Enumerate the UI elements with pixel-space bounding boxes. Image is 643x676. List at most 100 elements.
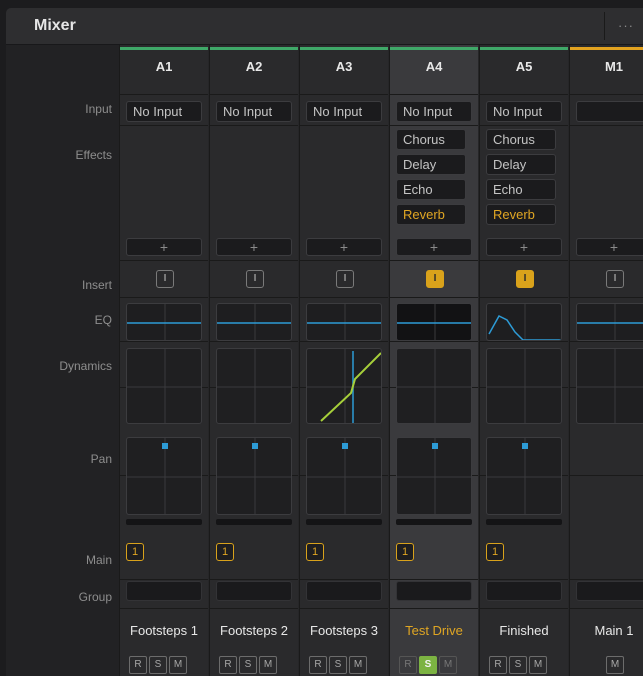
mute-button[interactable]: M xyxy=(349,656,367,674)
add-effect-button[interactable]: + xyxy=(126,238,202,256)
input-selector[interactable]: No Input xyxy=(396,101,472,122)
channel-strip-a1[interactable]: A1 No Input + I 1 Footsteps 1 RSM xyxy=(119,45,208,676)
dynamics-graph[interactable] xyxy=(396,348,472,424)
solo-button[interactable]: S xyxy=(239,656,257,674)
insert-button[interactable]: I xyxy=(246,270,264,288)
eq-graph[interactable] xyxy=(306,303,382,341)
mute-button[interactable]: M xyxy=(606,656,624,674)
effect-slot-echo[interactable]: Echo xyxy=(396,179,466,200)
row-divider xyxy=(570,579,643,580)
track-name[interactable]: Footsteps 3 xyxy=(300,623,388,638)
main-bus-button[interactable]: 1 xyxy=(306,543,324,561)
mute-button[interactable]: M xyxy=(439,656,457,674)
mute-button[interactable]: M xyxy=(169,656,187,674)
channel-strip-a4[interactable]: A4 No Input Chorus Delay Echo Reverb + I 1 Test D… xyxy=(389,45,478,676)
pan-control[interactable] xyxy=(396,437,472,515)
track-name[interactable]: Footsteps 2 xyxy=(210,623,298,638)
effect-slot-delay[interactable]: Delay xyxy=(396,154,466,175)
group-selector[interactable] xyxy=(216,581,292,601)
mute-button[interactable]: M xyxy=(259,656,277,674)
add-effect-button[interactable]: + xyxy=(576,238,643,256)
row-divider xyxy=(480,260,568,261)
insert-button[interactable]: I xyxy=(336,270,354,288)
record-button[interactable]: R xyxy=(309,656,327,674)
add-effect-button[interactable]: + xyxy=(306,238,382,256)
dynamics-curve xyxy=(397,349,471,423)
track-name[interactable]: Test Drive xyxy=(390,623,478,638)
insert-button[interactable]: I xyxy=(516,270,534,288)
row-divider xyxy=(570,297,643,298)
main-bus-button[interactable]: 1 xyxy=(486,543,504,561)
pan-control[interactable] xyxy=(216,437,292,515)
main-bus-button[interactable]: 1 xyxy=(126,543,144,561)
channel-strip-a2[interactable]: A2 No Input + I 1 Footsteps 2 RSM xyxy=(209,45,298,676)
input-selector[interactable]: No Input xyxy=(126,101,202,122)
record-button[interactable]: R xyxy=(129,656,147,674)
record-button[interactable]: R xyxy=(219,656,237,674)
group-selector[interactable] xyxy=(576,581,643,601)
record-button[interactable]: R xyxy=(399,656,417,674)
track-name[interactable]: Main 1 xyxy=(570,623,643,638)
record-button[interactable]: R xyxy=(489,656,507,674)
input-selector[interactable]: No Input xyxy=(306,101,382,122)
effect-slot-chorus[interactable]: Chorus xyxy=(486,129,556,150)
dynamics-graph[interactable] xyxy=(486,348,562,424)
dynamics-curve xyxy=(307,349,381,423)
channel-strip-a3[interactable]: A3 No Input + I 1 Footsteps 3 RSM xyxy=(299,45,388,676)
solo-button[interactable]: S xyxy=(509,656,527,674)
add-effect-button[interactable]: + xyxy=(486,238,562,256)
insert-button[interactable]: I xyxy=(426,270,444,288)
row-divider xyxy=(300,341,388,342)
dynamics-graph[interactable] xyxy=(576,348,643,424)
solo-button[interactable]: S xyxy=(149,656,167,674)
eq-graph[interactable] xyxy=(396,303,472,341)
eq-curve xyxy=(307,304,381,340)
eq-graph[interactable] xyxy=(216,303,292,341)
pan-slider-track[interactable] xyxy=(306,519,382,525)
solo-button[interactable]: S xyxy=(329,656,347,674)
dynamics-graph[interactable] xyxy=(126,348,202,424)
group-selector[interactable] xyxy=(126,581,202,601)
pan-control[interactable] xyxy=(126,437,202,515)
insert-button[interactable]: I xyxy=(606,270,624,288)
effect-slot-delay[interactable]: Delay xyxy=(486,154,556,175)
group-selector[interactable] xyxy=(306,581,382,601)
pan-control[interactable] xyxy=(306,437,382,515)
pan-position-marker xyxy=(252,443,258,449)
pan-slider-track[interactable] xyxy=(126,519,202,525)
input-selector[interactable]: No Input xyxy=(216,101,292,122)
eq-graph[interactable] xyxy=(126,303,202,341)
pan-position-marker xyxy=(342,443,348,449)
mute-button[interactable]: M xyxy=(529,656,547,674)
add-effect-button[interactable]: + xyxy=(216,238,292,256)
effect-slot-echo[interactable]: Echo xyxy=(486,179,556,200)
add-effect-button[interactable]: + xyxy=(396,238,472,256)
effect-slot-reverb[interactable]: Reverb xyxy=(396,204,466,225)
solo-button[interactable]: S xyxy=(419,656,437,674)
main-bus-button[interactable]: 1 xyxy=(396,543,414,561)
dynamics-graph[interactable] xyxy=(306,348,382,424)
dynamics-graph[interactable] xyxy=(216,348,292,424)
eq-graph[interactable] xyxy=(486,303,562,341)
group-selector[interactable] xyxy=(486,581,562,601)
pan-slider-track[interactable] xyxy=(216,519,292,525)
effect-slot-reverb[interactable]: Reverb xyxy=(486,204,556,225)
pan-slider-track[interactable] xyxy=(396,519,472,525)
track-name[interactable]: Finished xyxy=(480,623,568,638)
pan-slider-track[interactable] xyxy=(486,519,562,525)
row-divider xyxy=(120,94,208,95)
channel-strip-a5[interactable]: A5 No Input Chorus Delay Echo Reverb + I 1 Finish… xyxy=(479,45,568,676)
effect-slot-chorus[interactable]: Chorus xyxy=(396,129,466,150)
pan-control[interactable] xyxy=(486,437,562,515)
channel-strip-m1[interactable]: M1 + I Main 1 M xyxy=(569,45,643,676)
insert-button[interactable]: I xyxy=(156,270,174,288)
eq-graph[interactable] xyxy=(576,303,643,341)
input-selector[interactable]: No Input xyxy=(486,101,562,122)
more-dots-icon[interactable]: ··· xyxy=(618,18,634,33)
main-bus-button[interactable]: 1 xyxy=(216,543,234,561)
group-selector[interactable] xyxy=(396,581,472,601)
track-name[interactable]: Footsteps 1 xyxy=(120,623,208,638)
title-bar: Mixer ··· xyxy=(6,8,643,45)
input-selector[interactable] xyxy=(576,101,643,122)
pan-position-marker xyxy=(432,443,438,449)
